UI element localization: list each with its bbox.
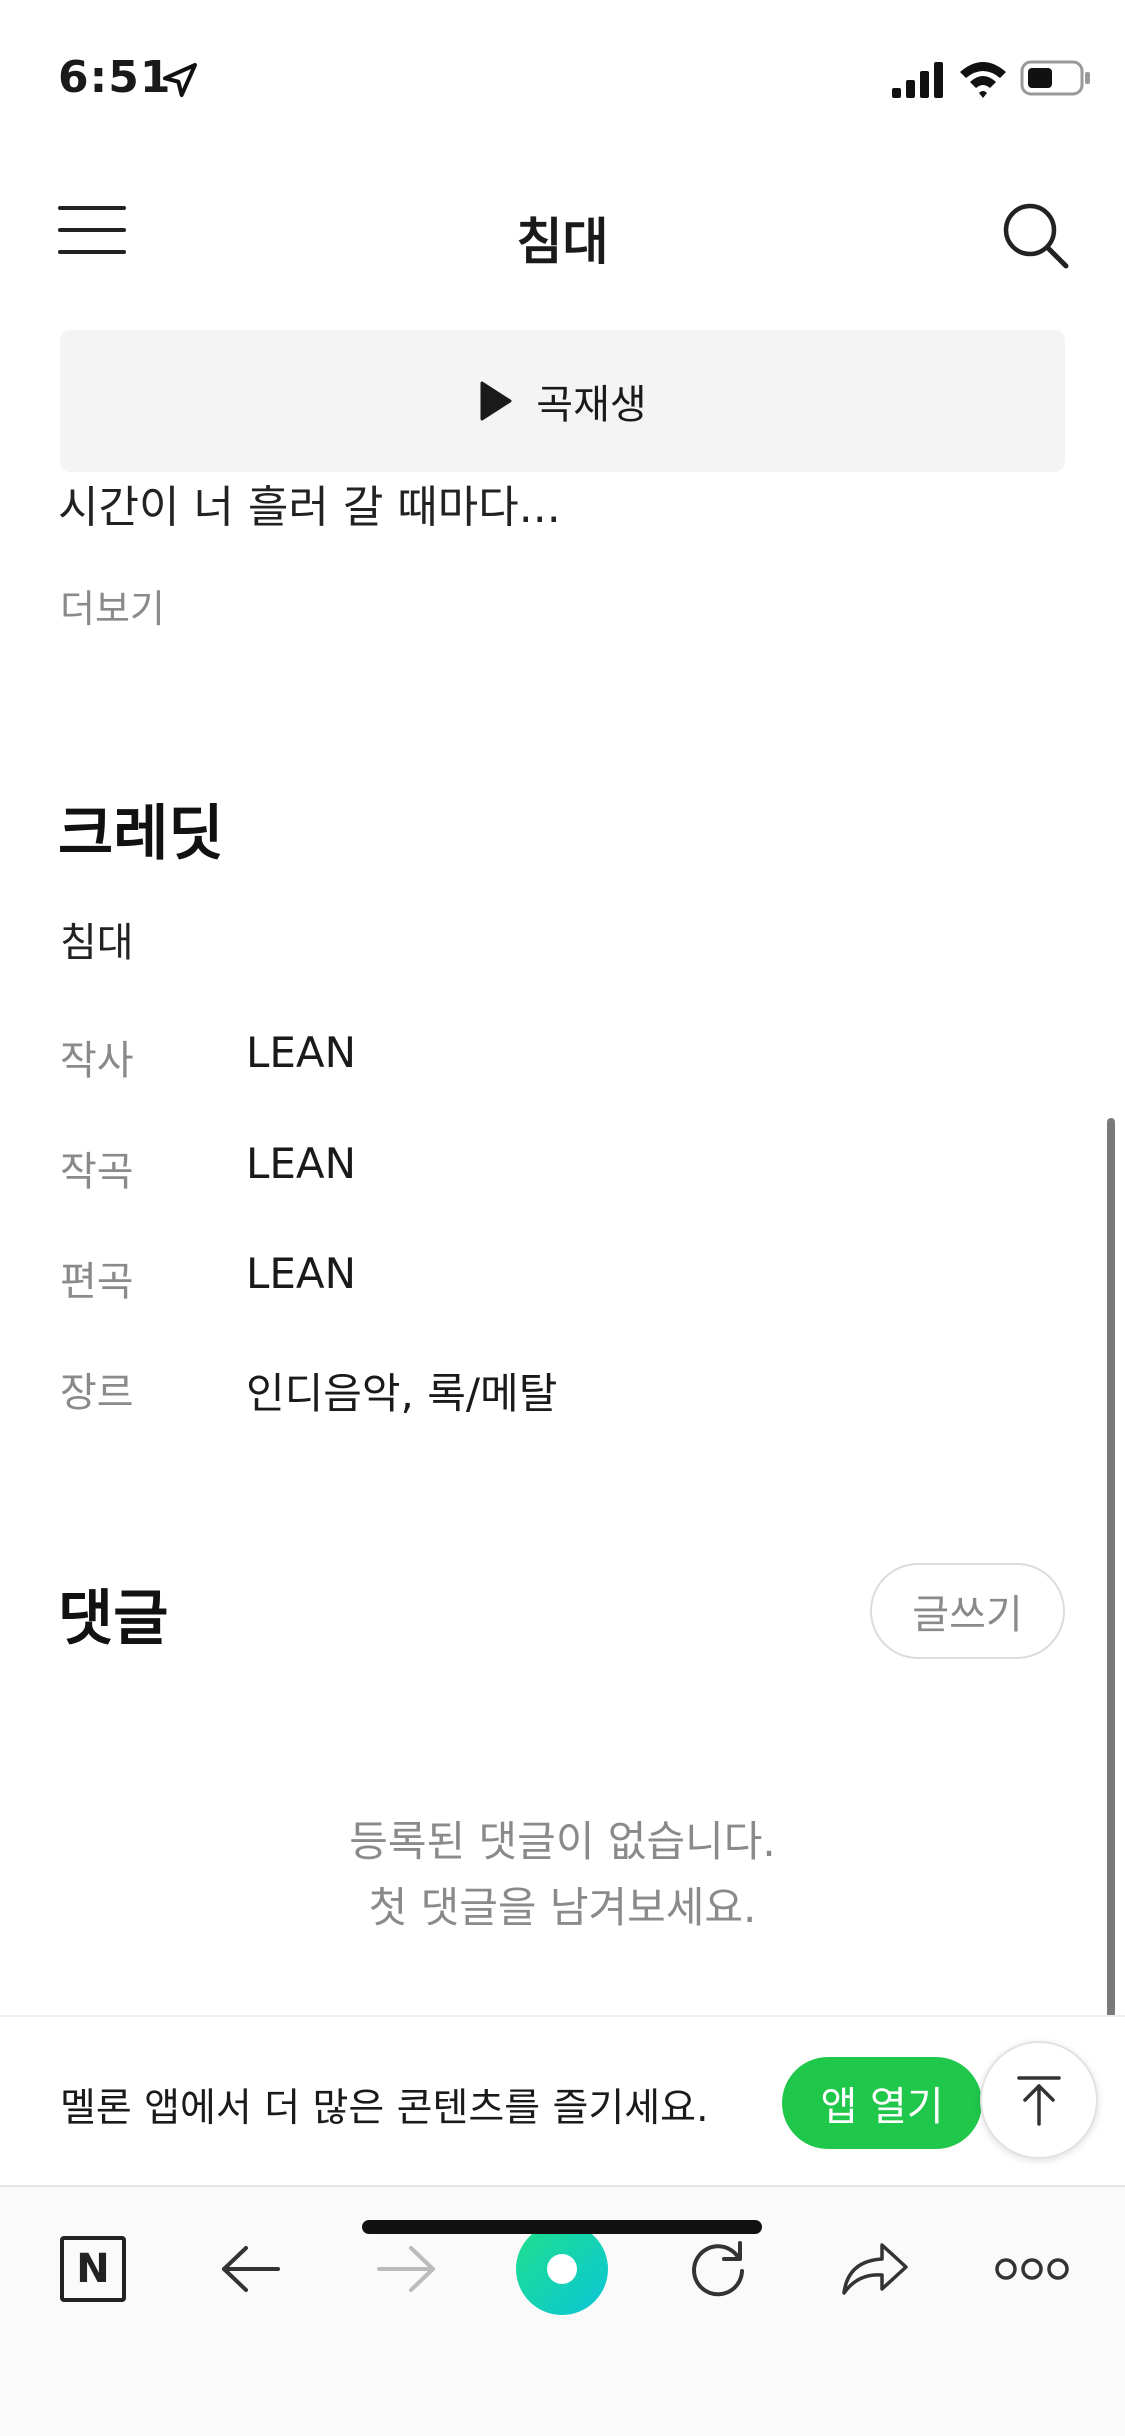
play-label: 곡재생 [536, 382, 647, 428]
green-home-button[interactable] [512, 2219, 612, 2319]
write-comment-button[interactable]: 글쓰기 [870, 1563, 1065, 1659]
naver-home-button[interactable]: N [43, 2219, 143, 2319]
scroll-to-top-button[interactable] [980, 2041, 1098, 2159]
more-dots-icon [995, 2258, 1069, 2280]
credit-heading: 크레딧 [58, 799, 224, 869]
forward-button[interactable] [357, 2219, 457, 2319]
credit-key: 작곡 [60, 1149, 134, 1195]
search-icon[interactable] [1000, 200, 1072, 272]
play-icon [480, 381, 512, 421]
share-icon [842, 2243, 908, 2295]
credit-value[interactable]: LEAN [246, 1249, 356, 1298]
wifi-icon [960, 62, 1006, 98]
naver-n-icon: N [60, 2236, 126, 2302]
arrow-up-icon [1017, 2076, 1061, 2126]
more-button[interactable] [982, 2219, 1082, 2319]
credit-value[interactable]: LEAN [246, 1028, 356, 1077]
play-song-button[interactable]: 곡재생 [60, 330, 1065, 472]
credit-key: 장르 [60, 1370, 134, 1416]
comment-heading: 댓글 [58, 1584, 169, 1654]
status-time: 6:51 [58, 52, 172, 103]
refresh-icon [692, 2241, 744, 2297]
battery-icon [1020, 60, 1090, 96]
credit-row-genre: 장르 인디음악, 록/메탈 [60, 1360, 1060, 1420]
app-promo-banner: 멜론 앱에서 더 많은 콘텐츠를 즐기세요. 앱 열기 [0, 2015, 1125, 2185]
home-indicator [362, 2220, 762, 2234]
forward-arrow-icon [377, 2246, 435, 2292]
credit-song-title: 침대 [60, 920, 134, 966]
credit-row-arranger: 편곡 LEAN [60, 1249, 1060, 1309]
empty-comments-hint: 첫 댓글을 남겨보세요. [368, 1883, 757, 1932]
credit-row-composer: 작곡 LEAN [60, 1139, 1060, 1199]
empty-comments-message: 등록된 댓글이 없습니다. [349, 1817, 776, 1866]
promo-text: 멜론 앱에서 더 많은 콘텐츠를 즐기세요. [60, 2086, 709, 2131]
location-arrow-icon [163, 63, 197, 97]
credit-row-lyricist: 작사 LEAN [60, 1028, 1060, 1088]
status-bar: 6:51 [0, 0, 1125, 150]
header: 침대 [0, 180, 1125, 290]
page-title: 침대 [516, 213, 609, 271]
scroll-indicator [1107, 1118, 1115, 2130]
lyric-partial-line: 시간이 너 흘러 갈 때마다... [58, 482, 561, 532]
credit-value: 인디음악, 록/메탈 [246, 1369, 558, 1418]
credit-key: 편곡 [60, 1259, 134, 1305]
open-app-button[interactable]: 앱 열기 [782, 2057, 982, 2149]
credit-key: 작사 [60, 1038, 134, 1084]
green-home-icon [516, 2223, 608, 2315]
refresh-button[interactable] [668, 2219, 768, 2319]
back-arrow-icon [222, 2246, 280, 2292]
more-link[interactable]: 더보기 [60, 578, 165, 633]
signal-icon [892, 62, 943, 98]
back-button[interactable] [200, 2219, 300, 2319]
credit-value[interactable]: LEAN [246, 1139, 356, 1188]
share-button[interactable] [825, 2219, 925, 2319]
